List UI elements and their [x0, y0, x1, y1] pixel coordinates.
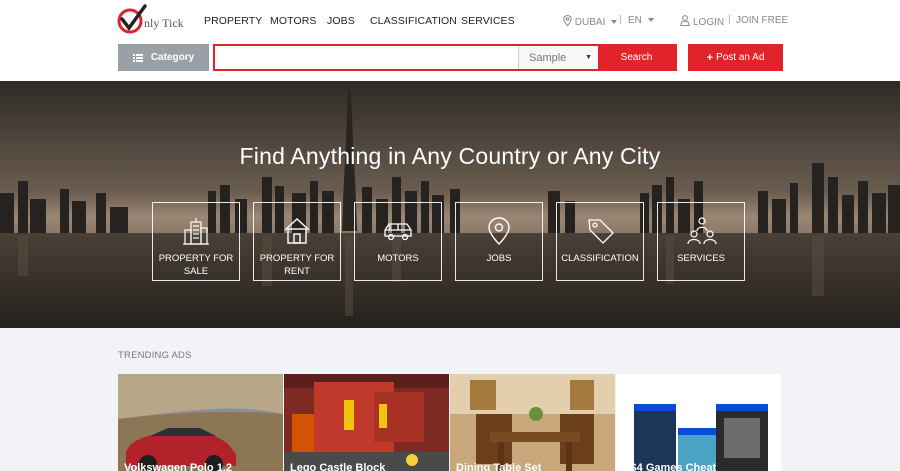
divider: | [619, 14, 622, 25]
language-selector[interactable]: EN [628, 15, 654, 26]
select-value: Sample [529, 51, 567, 64]
login-link[interactable]: LOGIN [680, 15, 724, 28]
category-label: SERVICES [677, 253, 725, 264]
car-photo [118, 374, 283, 471]
people-icon [687, 217, 717, 245]
house-icon [284, 218, 310, 244]
search-type-select[interactable]: Sample ▼ [518, 46, 598, 69]
trending-card[interactable]: Volkswagen Polo 1.2 [118, 374, 283, 471]
category-label: CLASSIFICATION [561, 253, 639, 264]
nav-classification[interactable]: CLASSIFICATION [370, 15, 457, 27]
language-label: EN [628, 15, 642, 26]
search-input[interactable] [215, 46, 518, 69]
top-navigation: nly Tick PROPERTY MOTORS JOBS CLASSIFICA… [0, 0, 900, 40]
location-pin-icon [563, 14, 572, 27]
search-button[interactable]: Search [598, 46, 675, 69]
category-motors[interactable]: MOTORS [354, 202, 442, 281]
site-logo[interactable]: nly Tick [117, 4, 187, 36]
category-label: PROPERTY FOR SALE [158, 253, 234, 277]
chevron-down-icon [647, 18, 654, 23]
category-property-for-rent[interactable]: PROPERTY FOR RENT [253, 202, 341, 281]
location-selector[interactable]: DUBAI [563, 14, 618, 28]
nav-services[interactable]: SERVICES [461, 15, 515, 27]
building-icon [183, 218, 209, 245]
category-classification[interactable]: CLASSIFICATION [556, 202, 644, 281]
category-jobs[interactable]: JOBS [455, 202, 543, 281]
category-services[interactable]: SERVICES [657, 202, 745, 281]
login-label: LOGIN [693, 17, 725, 28]
hero-title: Find Anything in Any Country or Any City [239, 143, 661, 169]
post-ad-button[interactable]: + Post an Ad [688, 44, 783, 71]
dropdown-arrow-icon: ▼ [585, 54, 592, 61]
ps4-games-photo [616, 374, 781, 471]
trending-card[interactable]: PS4 Games Cheat [616, 374, 781, 471]
category-property-for-sale[interactable]: PROPERTY FOR SALE [152, 202, 240, 281]
nav-jobs[interactable]: JOBS [327, 15, 355, 27]
category-label: PROPERTY FOR RENT [259, 253, 335, 277]
list-icon [132, 53, 143, 62]
search-form: Sample ▼ Search [213, 44, 677, 71]
tag-icon [588, 219, 614, 244]
dining-table-photo [450, 374, 615, 471]
category-button[interactable]: Category [118, 44, 209, 71]
user-icon [680, 15, 690, 26]
category-label: JOBS [486, 253, 512, 264]
nav-property[interactable]: PROPERTY [204, 15, 262, 27]
location-label: DUBAI [574, 17, 606, 28]
logo-wordmark: nly Tick [144, 16, 184, 30]
card-title: PS4 Games Cheat [622, 462, 717, 471]
divider: | [728, 14, 731, 25]
plus-icon: + [706, 51, 714, 64]
location-pin-icon [488, 217, 510, 245]
join-free-link[interactable]: JOIN FREE [736, 15, 788, 26]
lego-photo [284, 374, 449, 471]
trending-section: TRENDING ADS Volkswagen Polo 1.2 Lego Ca… [0, 328, 900, 471]
car-icon [384, 223, 412, 241]
card-title: Dining Table Set [456, 462, 542, 471]
city-skyline-background [0, 81, 900, 328]
trending-card[interactable]: Lego Castle Block [284, 374, 449, 471]
checkmark-logo-icon [117, 4, 147, 34]
card-title: Volkswagen Polo 1.2 [124, 462, 232, 471]
trending-title: TRENDING ADS [118, 350, 192, 361]
post-ad-label: Post an Ad [716, 52, 765, 63]
nav-motors[interactable]: MOTORS [270, 15, 317, 27]
card-title: Lego Castle Block [290, 462, 386, 471]
hero-banner: Find Anything in Any Country or Any City… [0, 81, 900, 328]
trending-card[interactable]: Dining Table Set [450, 374, 615, 471]
chevron-down-icon [611, 20, 618, 25]
category-label: MOTORS [377, 253, 419, 264]
category-label: Category [150, 52, 195, 63]
